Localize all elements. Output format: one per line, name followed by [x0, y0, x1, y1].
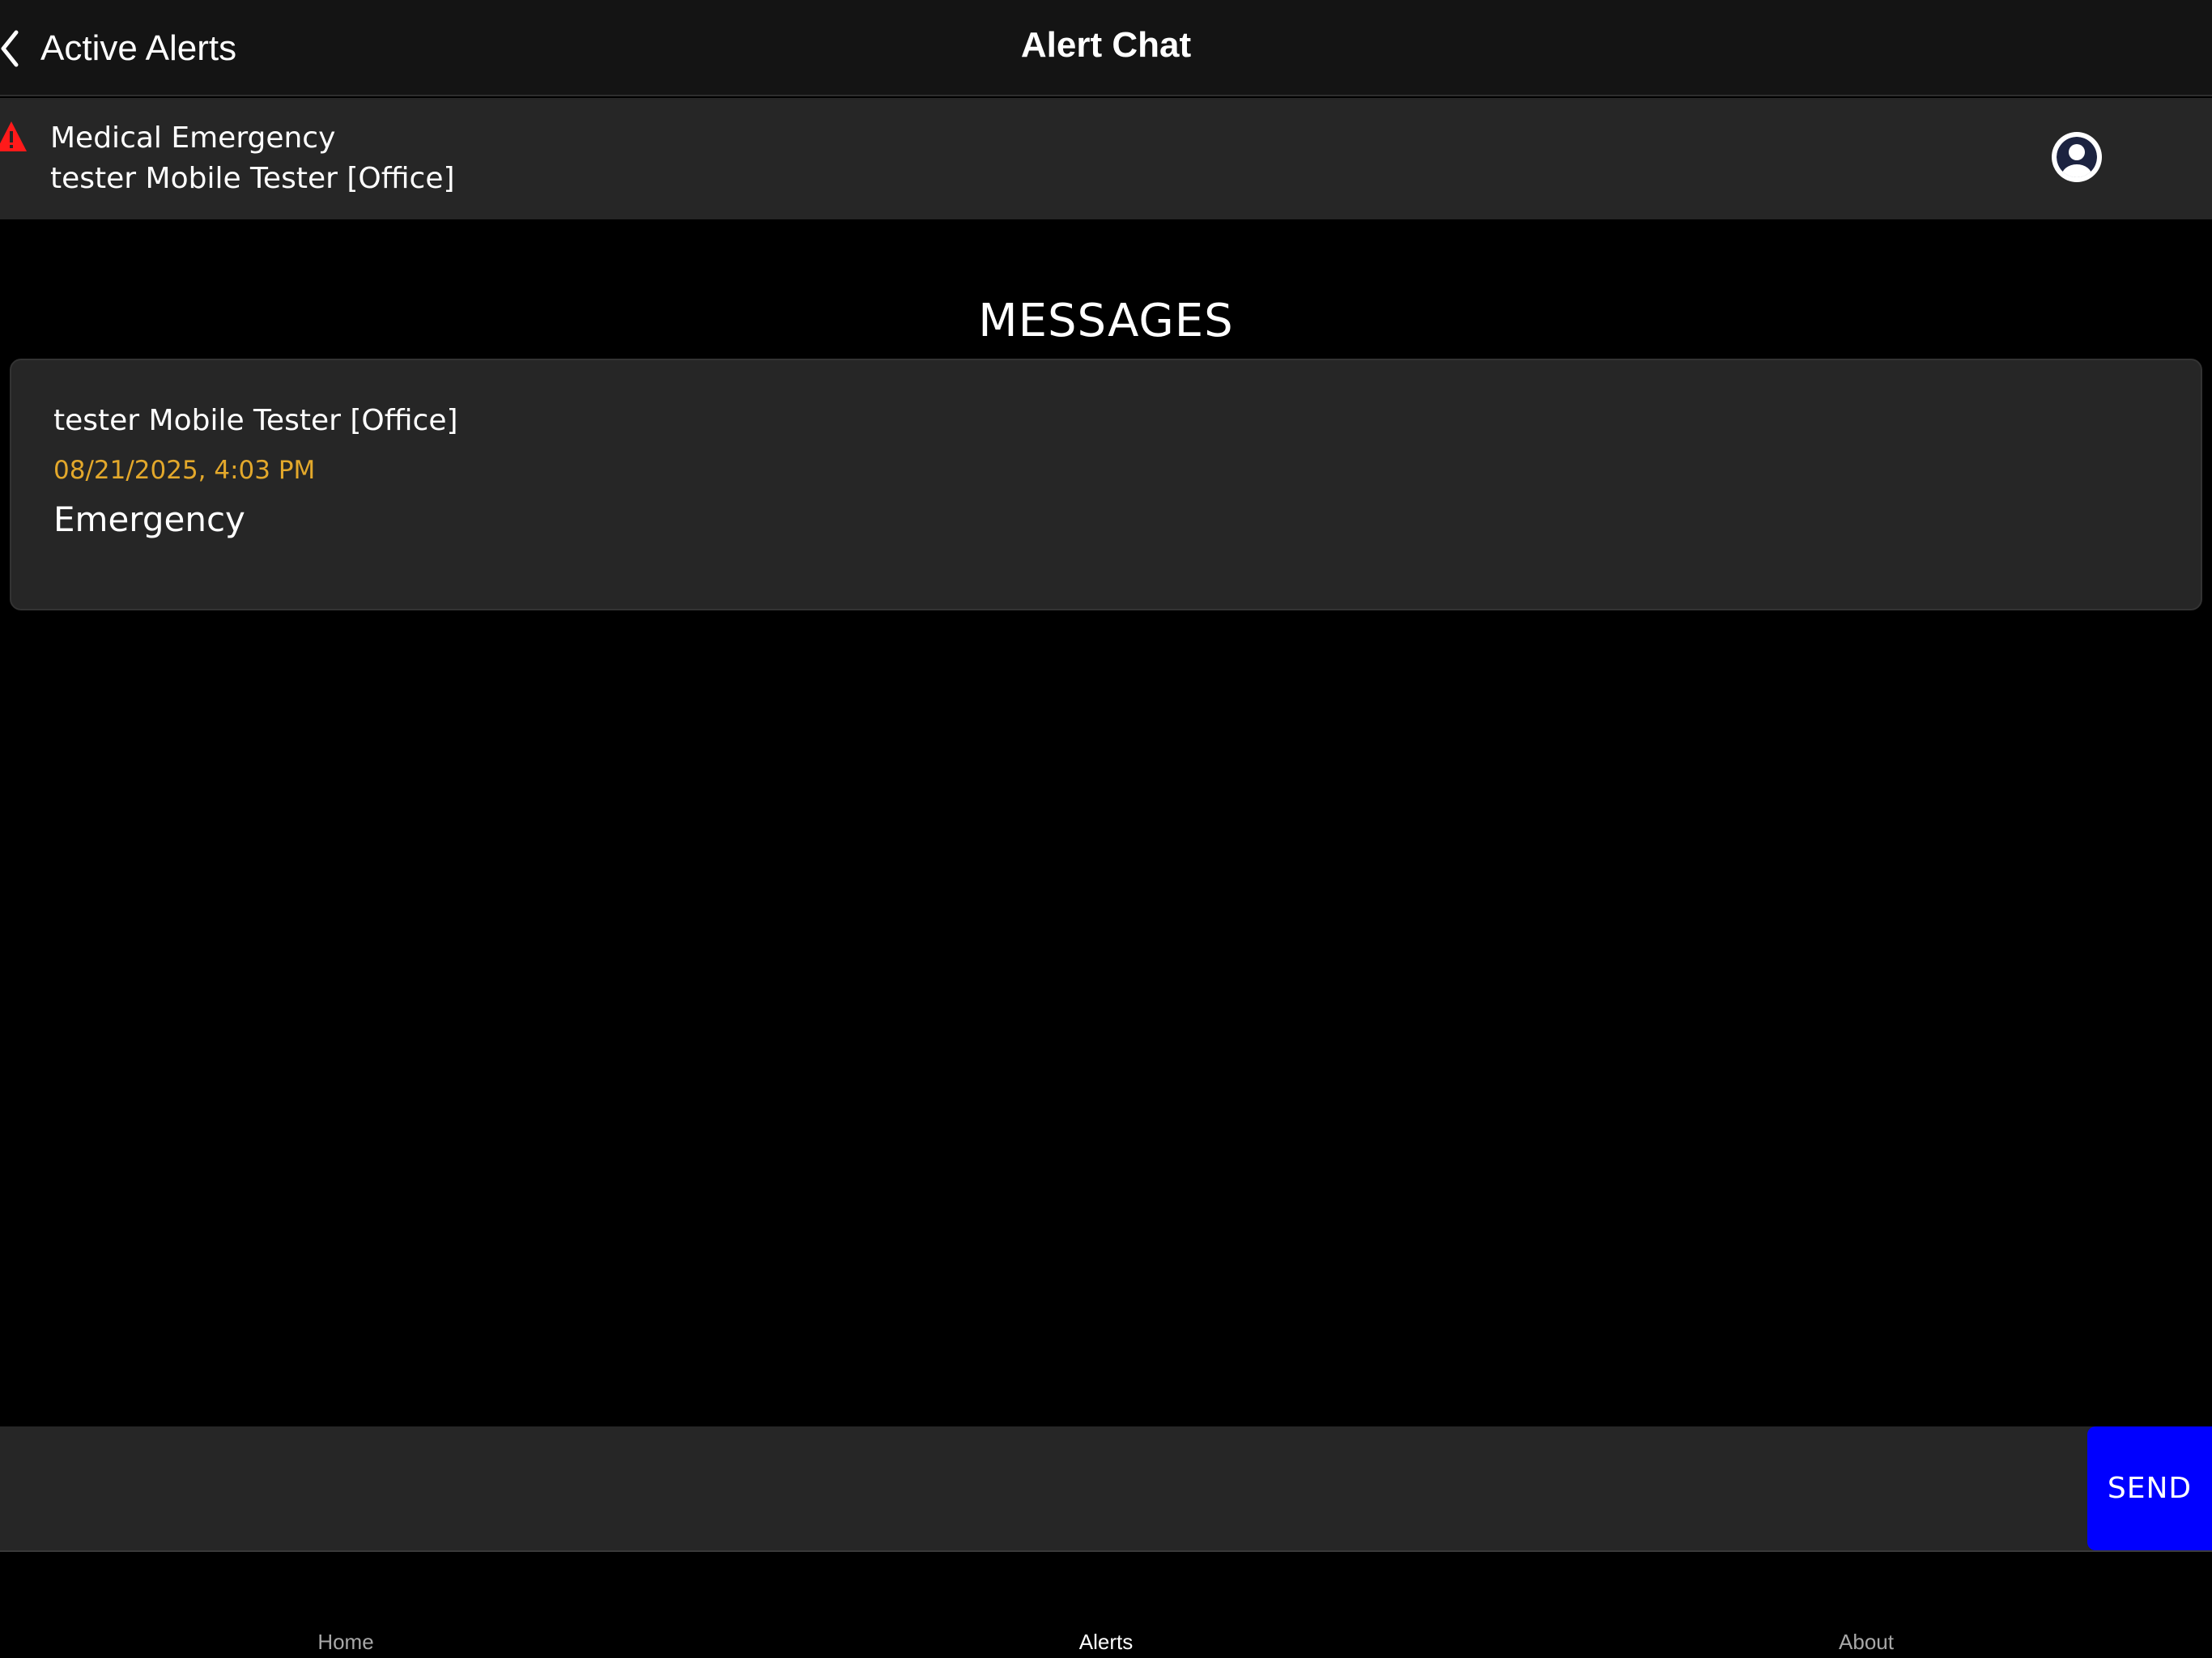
chevron-left-icon: [0, 30, 19, 67]
alert-header: Medical Emergency tester Mobile Tester […: [0, 98, 2212, 219]
message-timestamp: 08/21/2025, 4:03 PM: [53, 456, 316, 485]
back-label: Active Alerts: [40, 28, 237, 68]
message-input[interactable]: [0, 1426, 2087, 1550]
tab-bar: Home Alerts About: [0, 1554, 2212, 1658]
messages-heading: MESSAGES: [978, 295, 1234, 347]
message-sender: tester Mobile Tester [Office]: [53, 404, 458, 437]
alert-info: Medical Emergency tester Mobile Tester […: [50, 117, 455, 198]
alert-reporter: tester Mobile Tester [Office]: [50, 162, 455, 195]
page-title: Alert Chat: [1020, 25, 1192, 65]
back-button[interactable]: Active Alerts: [0, 0, 236, 96]
tab-alerts[interactable]: Alerts: [1079, 1630, 1133, 1655]
user-profile-button[interactable]: [2051, 131, 2103, 183]
message-body: Emergency: [53, 500, 245, 539]
message-card: tester Mobile Tester [Office] 08/21/2025…: [10, 359, 2202, 610]
tab-home[interactable]: Home: [317, 1630, 373, 1655]
user-circle-icon: [2051, 132, 2103, 186]
warning-icon: [0, 120, 28, 157]
tab-about[interactable]: About: [1839, 1630, 1894, 1655]
alert-type: Medical Emergency: [50, 121, 336, 155]
navigation-bar: Active Alerts Alert Chat: [0, 0, 2212, 96]
compose-bar: SEND: [0, 1426, 2212, 1552]
send-button[interactable]: SEND: [2087, 1426, 2212, 1550]
